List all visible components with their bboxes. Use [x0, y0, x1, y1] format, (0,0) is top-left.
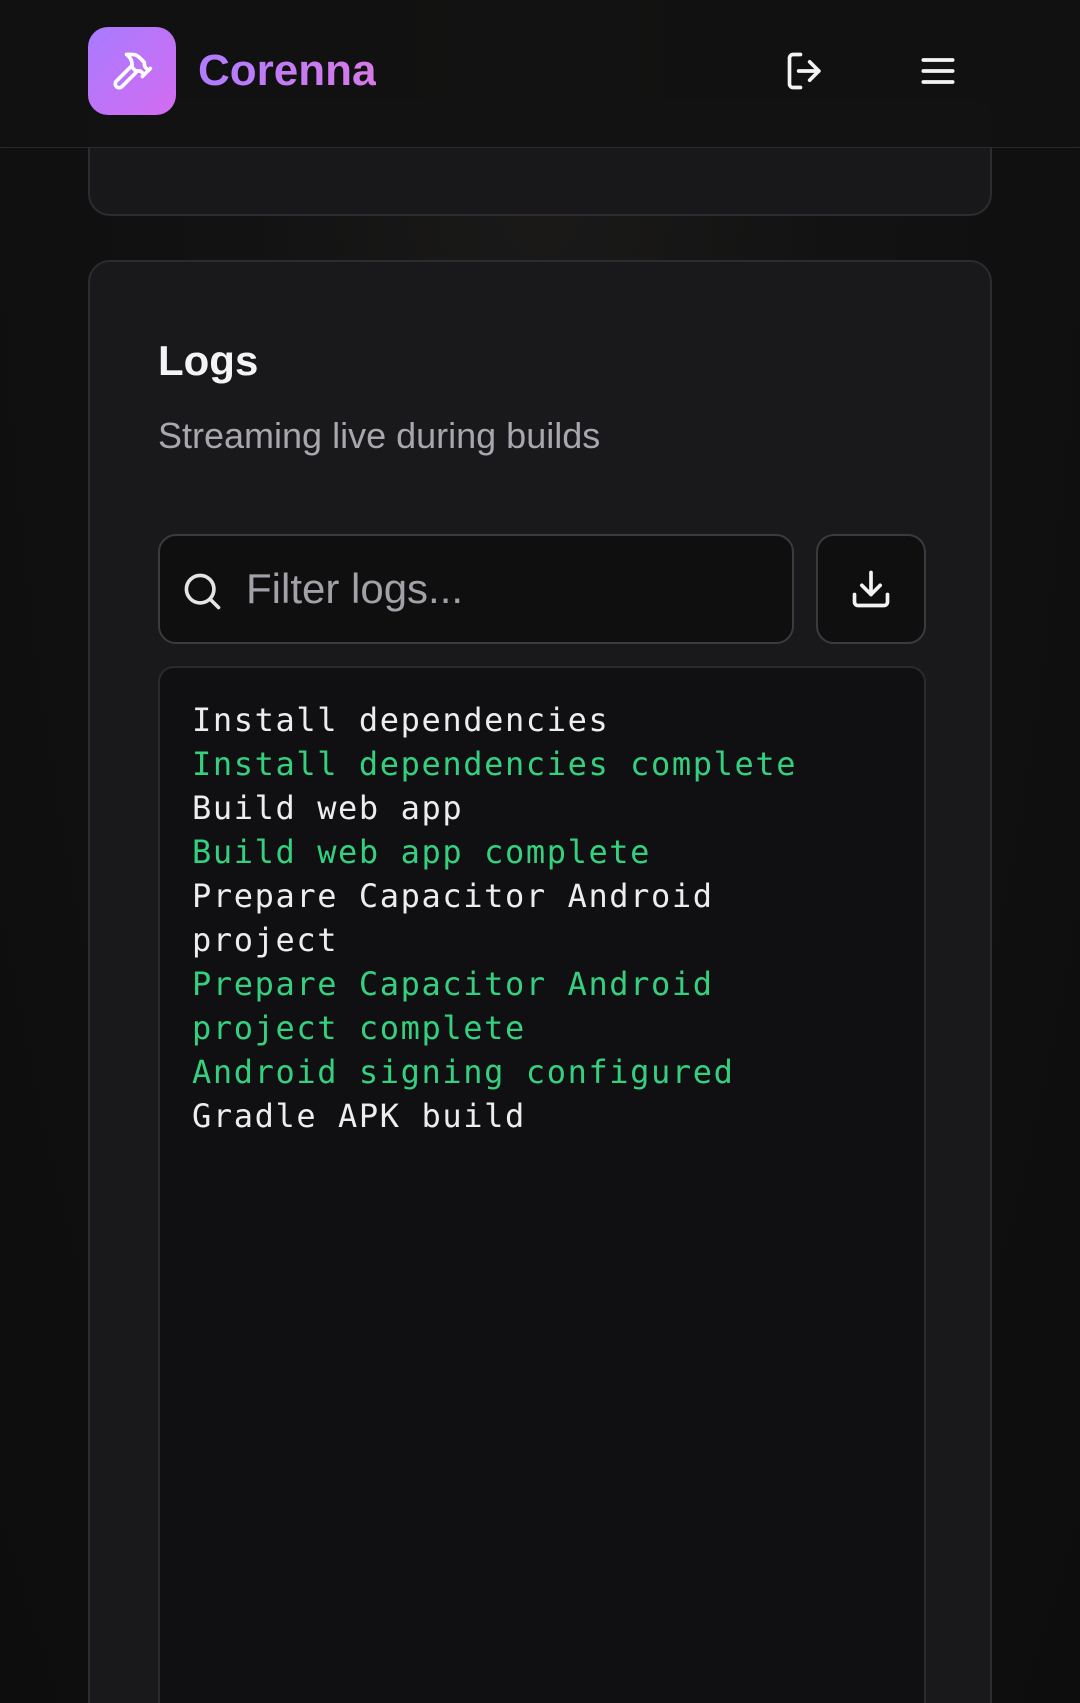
app-page: Corenna Logs Streaming live during build… — [0, 0, 1080, 1703]
logout-icon — [787, 52, 821, 90]
log-output[interactable]: Install dependencies Install dependencies… — [158, 666, 926, 1703]
app-name[interactable]: Corenna — [198, 44, 376, 98]
filter-logs-input[interactable] — [246, 556, 776, 622]
app-logo[interactable] — [88, 27, 176, 115]
top-bar: Corenna — [0, 0, 1080, 148]
download-logs-button[interactable] — [816, 534, 926, 644]
download-icon — [852, 570, 890, 608]
log-line: Build web app — [192, 789, 464, 827]
log-line: Install dependencies complete — [192, 745, 798, 783]
logs-subtitle: Streaming live during builds — [158, 415, 601, 456]
log-line: Prepare Capacitor Android project — [192, 877, 735, 959]
menu-icon — [921, 58, 955, 84]
logs-card: Logs Streaming live during builds Instal… — [88, 260, 992, 1703]
log-line: Build web app complete — [192, 833, 652, 871]
search-icon — [184, 573, 221, 610]
logout-button[interactable] — [770, 35, 842, 107]
log-line: Gradle APK build — [192, 1097, 526, 1135]
hammer-icon — [113, 52, 153, 90]
log-line: Install dependencies — [192, 701, 610, 739]
filter-logs-field[interactable] — [158, 534, 794, 644]
log-line: Prepare Capacitor Android project comple… — [192, 965, 735, 1047]
log-line: Android signing configured — [192, 1053, 735, 1091]
logs-title: Logs — [158, 337, 259, 384]
menu-button[interactable] — [902, 35, 974, 107]
